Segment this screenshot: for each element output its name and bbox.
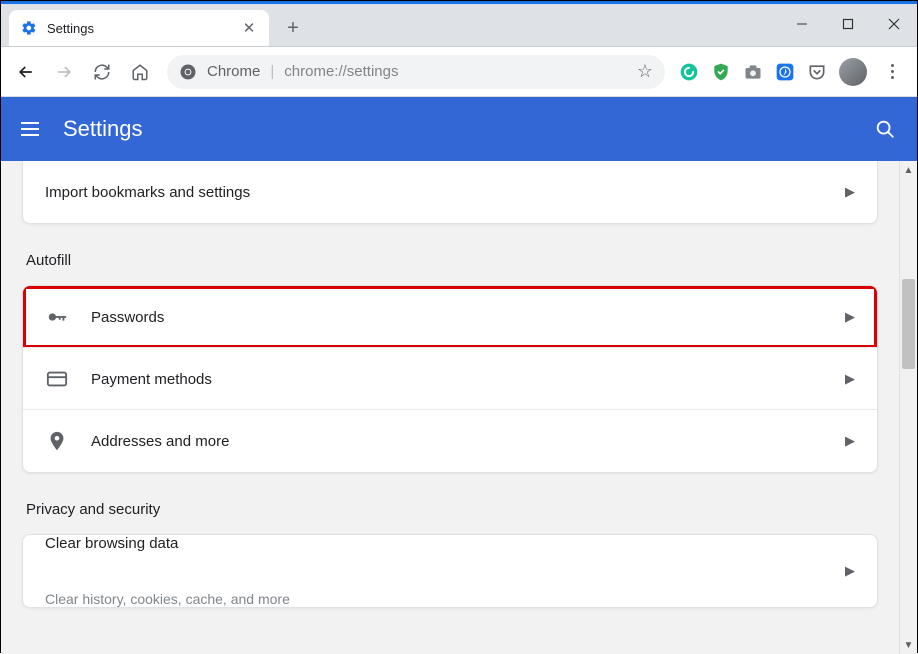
chevron-right-icon: ▶ xyxy=(845,371,855,387)
passwords-row[interactable]: Passwords ▶ xyxy=(23,286,877,348)
clear-browsing-data-row[interactable]: Clear browsing data Clear history, cooki… xyxy=(23,535,877,607)
scroll-up-arrow[interactable]: ▲ xyxy=(900,161,917,179)
vertical-scrollbar[interactable]: ▲ ▼ xyxy=(899,161,917,654)
hamburger-menu-icon[interactable] xyxy=(21,117,45,141)
people-card: Import bookmarks and settings ▶ xyxy=(22,161,878,224)
gear-icon xyxy=(21,20,37,36)
scroll-thumb[interactable] xyxy=(902,279,915,369)
omnibox-divider: | xyxy=(270,63,274,80)
import-bookmarks-row[interactable]: Import bookmarks and settings ▶ xyxy=(23,161,877,223)
extension-camera-icon[interactable] xyxy=(739,58,767,86)
location-pin-icon xyxy=(45,430,69,452)
chrome-icon xyxy=(179,63,197,81)
extension-grammarly-icon[interactable] xyxy=(675,58,703,86)
payment-methods-row[interactable]: Payment methods ▶ xyxy=(23,348,877,410)
address-bar[interactable]: Chrome | chrome://settings ☆ xyxy=(167,55,665,89)
autofill-card: Passwords ▶ Payment methods ▶ Addresses … xyxy=(22,285,878,473)
privacy-card: Clear browsing data Clear history, cooki… xyxy=(22,534,878,608)
scroll-track[interactable] xyxy=(900,179,917,636)
extension-compass-icon[interactable] xyxy=(771,58,799,86)
section-title-privacy: Privacy and security xyxy=(26,501,878,518)
tab-title: Settings xyxy=(47,21,231,36)
close-window-button[interactable] xyxy=(871,4,917,44)
browser-tab-settings[interactable]: Settings ✕ xyxy=(9,10,269,46)
row-label: Clear browsing data xyxy=(45,535,178,587)
row-label: Passwords xyxy=(91,309,823,326)
omnibox-origin: Chrome xyxy=(207,63,260,80)
row-sublabel: Clear history, cookies, cache, and more xyxy=(45,591,290,607)
window-controls xyxy=(779,4,917,44)
scroll-down-arrow[interactable]: ▼ xyxy=(900,636,917,654)
profile-avatar[interactable] xyxy=(839,58,867,86)
tab-strip: Settings ✕ + xyxy=(1,4,917,46)
credit-card-icon xyxy=(45,368,69,390)
extension-pocket-icon[interactable] xyxy=(803,58,831,86)
minimize-button[interactable] xyxy=(779,4,825,44)
chevron-right-icon: ▶ xyxy=(845,184,855,200)
addresses-row[interactable]: Addresses and more ▶ xyxy=(23,410,877,472)
chevron-right-icon: ▶ xyxy=(845,309,855,325)
new-tab-button[interactable]: + xyxy=(279,14,307,42)
row-label: Addresses and more xyxy=(91,433,823,450)
bookmark-star-icon[interactable]: ☆ xyxy=(637,61,653,82)
close-tab-icon[interactable]: ✕ xyxy=(241,20,257,36)
row-label: Payment methods xyxy=(91,371,823,388)
settings-content: Import bookmarks and settings ▶ Autofill… xyxy=(1,161,899,654)
search-icon[interactable] xyxy=(873,117,897,141)
back-button[interactable] xyxy=(9,55,43,89)
forward-button[interactable] xyxy=(47,55,81,89)
reload-button[interactable] xyxy=(85,55,119,89)
maximize-button[interactable] xyxy=(825,4,871,44)
chrome-menu-button[interactable] xyxy=(875,55,909,89)
appbar-title: Settings xyxy=(63,116,873,142)
section-title-autofill: Autofill xyxy=(26,252,878,269)
settings-appbar: Settings xyxy=(1,97,917,161)
settings-viewport: Import bookmarks and settings ▶ Autofill… xyxy=(1,161,917,654)
row-label: Import bookmarks and settings xyxy=(45,184,823,201)
home-button[interactable] xyxy=(123,55,157,89)
key-icon xyxy=(45,306,69,328)
omnibox-url: chrome://settings xyxy=(284,63,627,80)
chevron-right-icon: ▶ xyxy=(845,433,855,449)
browser-toolbar: Chrome | chrome://settings ☆ xyxy=(1,47,917,97)
extension-shield-icon[interactable] xyxy=(707,58,735,86)
chevron-right-icon: ▶ xyxy=(845,563,855,579)
